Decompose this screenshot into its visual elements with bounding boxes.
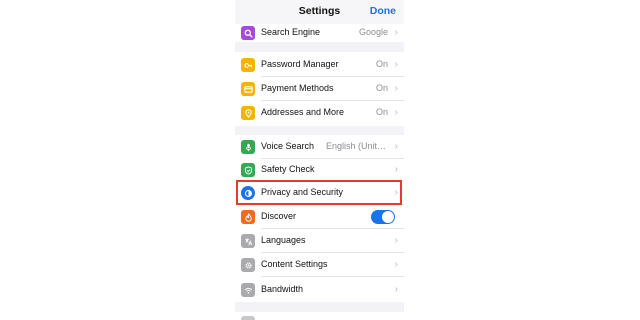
settings-row-value: On	[375, 107, 388, 117]
chevron-right-icon: ›	[394, 164, 398, 175]
settings-row-value: English (United States)	[326, 141, 388, 151]
discover-flame-icon	[241, 210, 255, 224]
settings-row-value: On	[375, 83, 388, 93]
settings-row-addresses[interactable]: Addresses and More On ›	[235, 101, 404, 125]
done-button[interactable]: Done	[370, 5, 396, 17]
highlight-box	[236, 180, 402, 205]
settings-row-label: Discover	[261, 211, 297, 221]
settings-row-value: On	[375, 59, 388, 69]
chevron-right-icon: ›	[394, 235, 398, 246]
settings-group-advanced: Voice Search English (United States) › S…	[235, 135, 404, 302]
chevron-right-icon: ›	[394, 141, 398, 152]
app-icon	[241, 316, 255, 320]
settings-row-password-manager[interactable]: Password Manager On ›	[235, 53, 404, 77]
chevron-right-icon: ›	[394, 27, 398, 38]
gear-icon	[241, 258, 255, 272]
chevron-right-icon: ›	[394, 284, 398, 295]
settings-row-payment-methods[interactable]: Payment Methods On ›	[235, 77, 404, 101]
chevron-right-icon: ›	[394, 59, 398, 70]
divider	[261, 276, 404, 277]
settings-group-next	[235, 312, 404, 320]
settings-row-label: Search Engine	[261, 27, 321, 37]
settings-row-label: Bandwidth	[261, 284, 304, 294]
settings-group-autofill: Password Manager On › Payment Methods On…	[235, 52, 404, 126]
toggle-knob	[382, 211, 394, 223]
settings-row-label: Payment Methods	[261, 83, 334, 93]
shield-check-icon	[241, 163, 255, 177]
settings-row-label: Addresses and More	[261, 107, 345, 117]
settings-screen: Settings Done Search Engine Google › Pas…	[235, 0, 404, 320]
microphone-icon	[241, 140, 255, 154]
settings-row-label: Safety Check	[261, 164, 315, 174]
settings-row-bandwidth[interactable]: Bandwidth ›	[235, 278, 404, 302]
settings-row-label: Languages	[261, 235, 306, 245]
settings-row-label: Content Settings	[261, 259, 328, 269]
chevron-right-icon: ›	[394, 107, 398, 118]
settings-row-content-settings[interactable]: Content Settings ›	[235, 253, 404, 277]
card-icon	[241, 82, 255, 96]
settings-row-discover[interactable]: Discover	[235, 205, 404, 229]
search-icon	[241, 26, 255, 40]
chevron-right-icon: ›	[394, 259, 398, 270]
settings-row-safety-check[interactable]: Safety Check ›	[235, 158, 404, 182]
settings-row-label: Password Manager	[261, 59, 339, 69]
settings-row-label: Voice Search	[261, 141, 315, 151]
chevron-right-icon: ›	[394, 83, 398, 94]
settings-row-value: Google	[358, 27, 388, 37]
translate-icon	[241, 234, 255, 248]
settings-group-search: Search Engine Google ›	[235, 24, 404, 42]
settings-row-voice-search[interactable]: Voice Search English (United States) ›	[235, 135, 404, 159]
settings-row-languages[interactable]: Languages ›	[235, 229, 404, 253]
key-icon	[241, 58, 255, 72]
location-pin-icon	[241, 106, 255, 120]
settings-row-search-engine[interactable]: Search Engine Google ›	[235, 21, 404, 45]
wifi-icon	[241, 283, 255, 297]
discover-toggle[interactable]	[371, 210, 395, 224]
